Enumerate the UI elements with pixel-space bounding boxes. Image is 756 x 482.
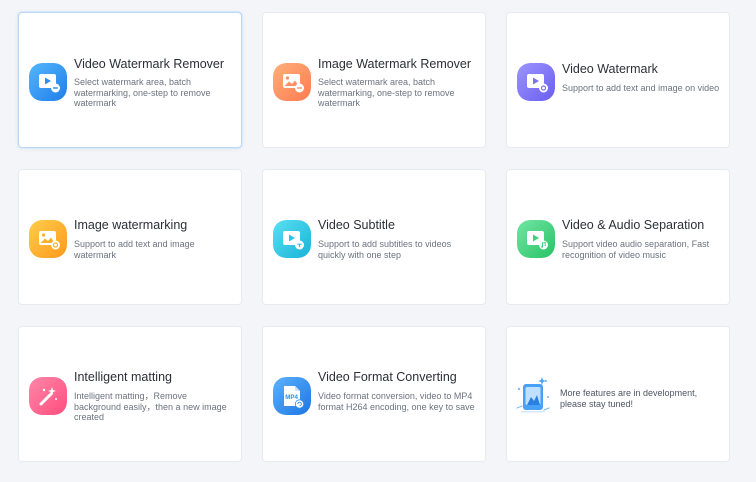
card-description: Intelligent matting，Remove background ea… [74,391,227,423]
video-subtitle-icon [273,220,311,258]
image-watermark-remover-icon [273,63,311,101]
card-title: Video & Audio Separation [562,218,705,232]
card-video-watermark-remover[interactable]: Video Watermark Remover Select watermark… [18,12,242,148]
video-watermark-icon [517,63,555,101]
card-title: Video Subtitle [318,218,395,232]
card-description: Select watermark area, batch watermarkin… [318,77,455,109]
card-description: Select watermark area, batch watermarkin… [74,77,211,109]
video-watermark-remover-icon [29,63,67,101]
card-description: Support to add text and image on video [562,83,720,93]
card-image-watermark-remover[interactable]: Image Watermark Remover Select watermark… [262,12,486,148]
card-title: Video Watermark Remover [74,57,225,71]
card-title: Video Watermark [562,62,658,76]
feature-grid: Video Watermark Remover Select watermark… [0,0,756,482]
card-video-subtitle[interactable]: Video Subtitle Support to add subtitles … [262,169,486,305]
card-title: Intelligent matting [74,370,172,384]
card-title: Image Watermark Remover [318,57,472,71]
development-notice: More features are in development, please… [560,388,698,409]
card-description: Support to add text and image watermark [74,239,195,260]
card-video-watermark[interactable]: Video Watermark Support to add text and … [506,12,730,148]
card-description: Support to add subtitles to videos quick… [318,239,452,260]
mp4-badge-text: MP4 [285,394,298,401]
card-title: Video Format Converting [318,370,457,384]
card-title: Image watermarking [74,218,188,232]
card-more-features: More features are in development, please… [506,326,730,462]
video-format-converting-icon: MP4 [273,377,311,415]
card-description: Video format conversion, video to MP4 fo… [318,391,475,412]
card-intelligent-matting[interactable]: Intelligent matting Intelligent matting，… [18,326,242,462]
development-illustration-icon [515,375,551,415]
intelligent-matting-icon [29,377,67,415]
card-image-watermarking[interactable]: Image watermarking Support to add text a… [18,169,242,305]
video-audio-separation-icon [517,220,555,258]
card-video-format-converting[interactable]: MP4 Video Format Converting Video format… [262,326,486,462]
image-watermarking-icon [29,220,67,258]
card-description: Support video audio separation, Fast rec… [562,239,710,260]
card-video-audio-separation[interactable]: Video & Audio Separation Support video a… [506,169,730,305]
